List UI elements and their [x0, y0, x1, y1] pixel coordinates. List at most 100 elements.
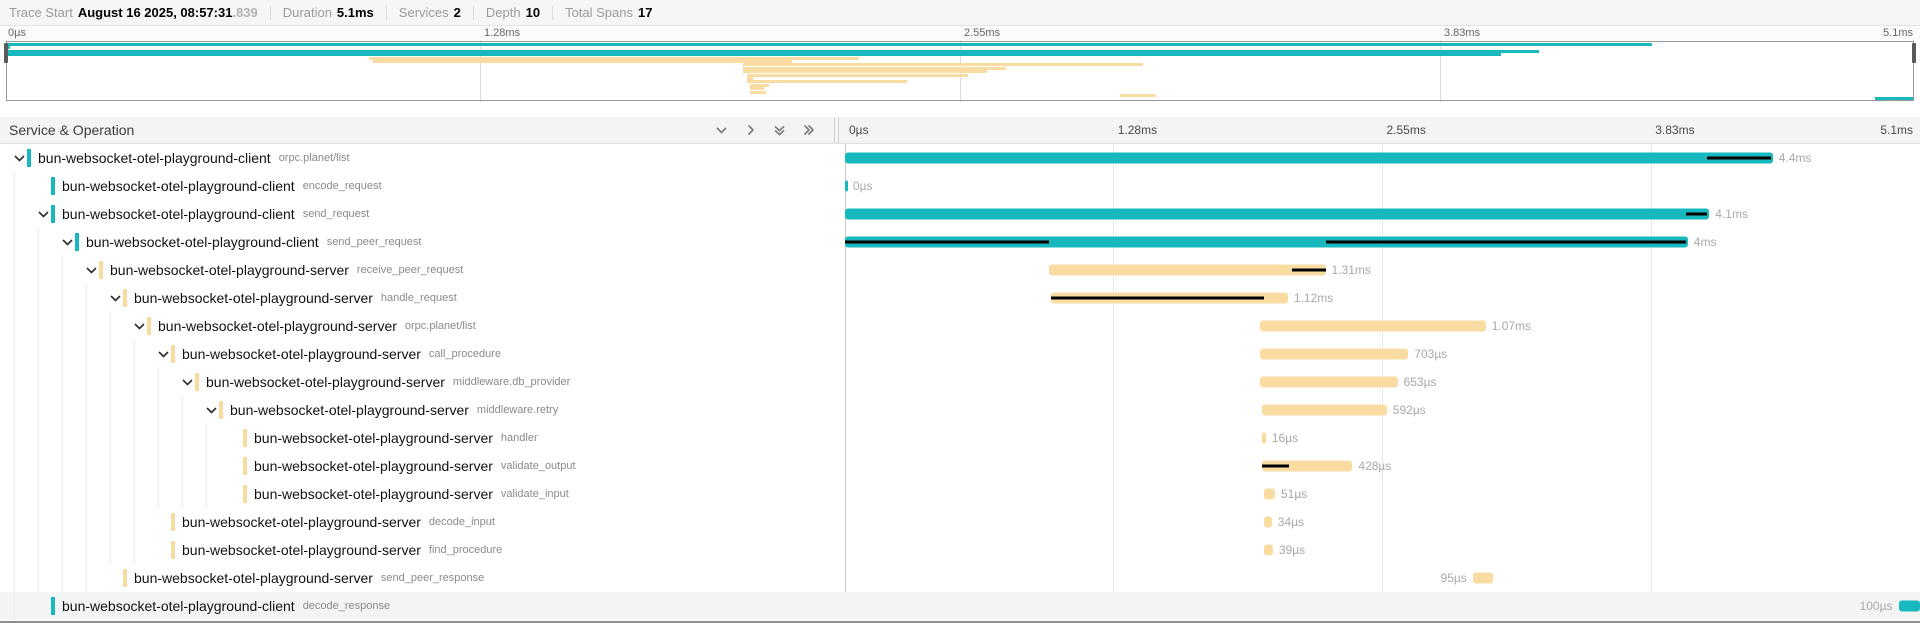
chevron-down-icon[interactable]	[131, 318, 147, 334]
span-bar[interactable]	[1260, 377, 1398, 388]
span-name-cell[interactable]: bun-websocket-otel-playground-serverhand…	[0, 424, 845, 452]
total-spans-value: 17	[638, 5, 652, 20]
span-name-cell[interactable]: bun-websocket-otel-playground-clientsend…	[0, 200, 845, 228]
service-operation-title: Service & Operation	[9, 122, 715, 138]
span-row[interactable]: bun-websocket-otel-playground-servermidd…	[0, 368, 1920, 396]
chevron-down-icon[interactable]	[179, 374, 195, 390]
span-name-cell[interactable]: bun-websocket-otel-playground-clientsend…	[0, 228, 845, 256]
span-timeline-cell[interactable]: 1.07ms	[845, 312, 1920, 340]
span-row[interactable]: bun-websocket-otel-playground-serversend…	[0, 564, 1920, 592]
span-timeline-cell[interactable]: 95µs	[845, 564, 1920, 592]
span-timeline-cell[interactable]: 0µs	[845, 172, 1920, 200]
span-timeline-cell[interactable]: 653µs	[845, 368, 1920, 396]
expand-all-icon[interactable]	[802, 124, 815, 137]
collapse-one-level-icon[interactable]	[715, 124, 728, 137]
collapse-all-icon[interactable]	[773, 124, 786, 137]
span-name-cell[interactable]: bun-websocket-otel-playground-serverhand…	[0, 284, 845, 312]
span-row[interactable]: bun-websocket-otel-playground-serverhand…	[0, 284, 1920, 312]
span-bar[interactable]	[845, 181, 848, 192]
indent-guide	[110, 480, 111, 508]
span-bar[interactable]	[845, 153, 1773, 164]
column-resizer-grip[interactable]	[838, 117, 839, 143]
span-name-cell[interactable]: bun-websocket-otel-playground-clientdeco…	[0, 592, 845, 620]
span-row[interactable]: bun-websocket-otel-playground-clientorpc…	[0, 144, 1920, 172]
span-row[interactable]: bun-websocket-otel-playground-serverfind…	[0, 536, 1920, 564]
span-name-cell[interactable]: bun-websocket-otel-playground-servervali…	[0, 480, 845, 508]
span-row[interactable]: bun-websocket-otel-playground-clientsend…	[0, 228, 1920, 256]
span-name-cell[interactable]: bun-websocket-otel-playground-serverfind…	[0, 536, 845, 564]
column-resizer-grip[interactable]	[834, 117, 835, 143]
minimap-left-scrubber[interactable]	[4, 43, 8, 63]
span-row[interactable]: bun-websocket-otel-playground-servervali…	[0, 452, 1920, 480]
span-name-cell[interactable]: bun-websocket-otel-playground-servermidd…	[0, 396, 845, 424]
chevron-down-icon[interactable]	[203, 402, 219, 418]
span-name-cell[interactable]: bun-websocket-otel-playground-serversend…	[0, 564, 845, 592]
span-name-cell[interactable]: bun-websocket-otel-playground-serverorpc…	[0, 312, 845, 340]
span-name-cell[interactable]: bun-websocket-otel-playground-clientenco…	[0, 172, 845, 200]
span-bar[interactable]	[1264, 489, 1275, 500]
indent-guide	[14, 312, 15, 340]
span-name-cell[interactable]: bun-websocket-otel-playground-serverdeco…	[0, 508, 845, 536]
span-name-cell[interactable]: bun-websocket-otel-playground-clientorpc…	[0, 144, 845, 172]
span-name-cell[interactable]: bun-websocket-otel-playground-servervali…	[0, 452, 845, 480]
span-row[interactable]: bun-websocket-otel-playground-servervali…	[0, 480, 1920, 508]
chevron-down-icon[interactable]	[59, 234, 75, 250]
indent-guide	[158, 480, 159, 508]
span-bar[interactable]	[1260, 321, 1486, 332]
span-row[interactable]: bun-websocket-otel-playground-serverdeco…	[0, 508, 1920, 536]
minimap-viewport[interactable]	[6, 41, 1914, 101]
trace-minimap[interactable]	[0, 40, 1920, 102]
chevron-down-icon[interactable]	[11, 150, 27, 166]
tick-label: 0µs	[8, 27, 26, 39]
span-timeline-cell[interactable]: 4.1ms	[845, 200, 1920, 228]
chevron-down-icon[interactable]	[107, 290, 123, 306]
span-timeline-cell[interactable]: 16µs	[845, 424, 1920, 452]
span-timeline-cell[interactable]: 4ms	[845, 228, 1920, 256]
span-timeline-cell[interactable]: 34µs	[845, 508, 1920, 536]
operation-name: orpc.planet/list	[279, 152, 350, 164]
span-timeline-cell[interactable]: 4.4ms	[845, 144, 1920, 172]
span-name-cell[interactable]: bun-websocket-otel-playground-servercall…	[0, 340, 845, 368]
span-row[interactable]: bun-websocket-otel-playground-clientsend…	[0, 200, 1920, 228]
span-row[interactable]: bun-websocket-otel-playground-servercall…	[0, 340, 1920, 368]
span-bar[interactable]	[1049, 265, 1325, 276]
indent-guide	[62, 340, 63, 368]
span-row[interactable]: bun-websocket-otel-playground-clientenco…	[0, 172, 1920, 200]
span-bar[interactable]	[1262, 405, 1387, 416]
span-bar[interactable]	[1262, 433, 1266, 444]
span-timeline-cell[interactable]: 1.12ms	[845, 284, 1920, 312]
span-duration-label: 428µs	[1358, 459, 1391, 473]
span-name-cell[interactable]: bun-websocket-otel-playground-servermidd…	[0, 368, 845, 396]
span-duration-label: 1.07ms	[1492, 319, 1531, 333]
trace-start-fraction: .839	[232, 5, 257, 20]
span-timeline-cell[interactable]: 51µs	[845, 480, 1920, 508]
span-timeline-cell[interactable]: 703µs	[845, 340, 1920, 368]
chevron-down-icon[interactable]	[155, 346, 171, 362]
span-bar[interactable]	[1473, 573, 1493, 584]
span-bar[interactable]	[1260, 349, 1408, 360]
span-bar[interactable]	[1264, 545, 1273, 556]
span-bar[interactable]	[845, 209, 1709, 220]
chevron-down-icon[interactable]	[83, 262, 99, 278]
indent-guide	[38, 312, 39, 340]
span-timeline-cell[interactable]: 1.31ms	[845, 256, 1920, 284]
indent-guide	[38, 340, 39, 368]
indent-guide	[62, 536, 63, 564]
span-timeline-cell[interactable]: 428µs	[845, 452, 1920, 480]
chevron-down-icon[interactable]	[35, 206, 51, 222]
span-row[interactable]: bun-websocket-otel-playground-serverhand…	[0, 424, 1920, 452]
span-timeline-cell[interactable]: 592µs	[845, 396, 1920, 424]
span-bar[interactable]	[1264, 517, 1272, 528]
span-row[interactable]: bun-websocket-otel-playground-servermidd…	[0, 396, 1920, 424]
span-timeline-cell[interactable]: 100µs	[845, 592, 1920, 620]
indent-guide	[38, 564, 39, 592]
span-timeline-cell[interactable]: 39µs	[845, 536, 1920, 564]
span-row[interactable]: bun-websocket-otel-playground-serverrece…	[0, 256, 1920, 284]
minimap-right-scrubber[interactable]	[1912, 43, 1916, 63]
span-row[interactable]: bun-websocket-otel-playground-clientdeco…	[0, 592, 1920, 620]
span-row[interactable]: bun-websocket-otel-playground-serverorpc…	[0, 312, 1920, 340]
span-bar[interactable]	[1899, 601, 1920, 612]
expand-one-level-icon[interactable]	[744, 124, 757, 137]
trace-start: Trace Start August 16 2025, 08:57:31.839	[9, 5, 258, 20]
span-name-cell[interactable]: bun-websocket-otel-playground-serverrece…	[0, 256, 845, 284]
